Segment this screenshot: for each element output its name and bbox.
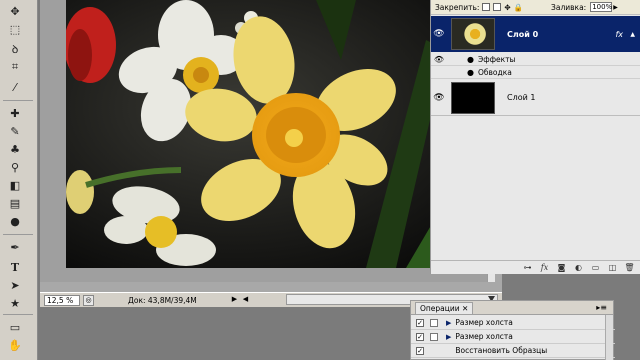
layers-panel: Закрепить: ✥ 🔒 Заливка: 100% ▶ 👁 Слой 0 … (430, 0, 640, 274)
effects-icon: ● (467, 54, 474, 64)
dialog-toggle-box[interactable] (430, 318, 438, 327)
stroke-effect-row[interactable]: ● Обводка (431, 66, 640, 79)
layer-thumbnail (451, 81, 495, 114)
link-icon[interactable]: ⊶ (522, 263, 533, 272)
trash-icon[interactable]: 🗑 (624, 263, 635, 272)
eraser-tool-icon[interactable]: ◧ (6, 176, 24, 194)
fill-input[interactable]: 100% (590, 2, 612, 12)
brush-tool-icon[interactable]: ✎ (6, 122, 24, 140)
action-checkbox[interactable]: ✓ (416, 332, 424, 341)
action-row[interactable]: ✓ ▶ Размер холста (411, 316, 615, 330)
tab-actions-label: Операции (420, 304, 460, 313)
mask-icon[interactable]: ◙ (556, 263, 567, 272)
lock-position-icon[interactable]: ✥ (504, 3, 510, 12)
effects-label: Эффекты (477, 54, 516, 64)
fx-icon[interactable]: fx (539, 263, 550, 272)
status-menu-arrow-icon[interactable]: ▶ (230, 295, 239, 306)
stroke-label: Обводка (477, 67, 512, 77)
effects-row[interactable]: 👁 ● Эффекты (431, 53, 640, 66)
path-select-tool-icon[interactable]: ➤ (6, 276, 24, 294)
fill-label: Заливка: (551, 2, 587, 12)
move-tool-icon[interactable]: ✥ (6, 2, 24, 20)
group-icon[interactable]: ▭ (590, 263, 601, 272)
layers-lock-bar: Закрепить: ✥ 🔒 Заливка: 100% ▶ (431, 0, 640, 15)
fill-dropdown-icon[interactable]: ▶ (613, 4, 618, 11)
actions-scrollbar[interactable] (605, 315, 613, 360)
expand-effects-icon[interactable]: ▲ (630, 31, 635, 38)
actions-tab-bar: Операции ✕ (411, 301, 613, 315)
layer-row-layer0[interactable]: 👁 Слой 0 fx ▲ (431, 16, 640, 52)
actions-panel: Операции ✕ ▸≡ ✓ ▶ Размер холста ✓ ▶ Разм… (410, 300, 615, 360)
shape-tool-icon[interactable]: ★ (6, 294, 24, 312)
zoom-field[interactable]: 12,5 % (44, 294, 80, 306)
action-row[interactable]: ✓ ▶ Восстановить Образцы (411, 344, 615, 358)
action-checkbox[interactable]: ✓ (416, 346, 424, 355)
healing-tool-icon[interactable]: ✚ (6, 104, 24, 122)
action-row[interactable]: ✓ ▶ Размер холста (411, 330, 615, 344)
pen-tool-icon[interactable]: ✒ (6, 238, 24, 256)
action-label: Размер холста (455, 318, 513, 327)
lock-pixels-icon[interactable] (493, 3, 502, 11)
photo-daffodils (66, 0, 493, 268)
expand-arrow-icon[interactable]: ▶ (446, 319, 451, 327)
lasso-tool-icon[interactable]: ꝺ (6, 40, 24, 58)
daffodil-image (66, 0, 493, 268)
action-label: Размер холста (455, 332, 513, 341)
canvas-area[interactable] (40, 0, 495, 282)
toolbox-divider (3, 234, 33, 235)
eyedropper-tool-icon[interactable]: ⁄ (6, 78, 24, 96)
lock-transparency-icon[interactable] (482, 3, 491, 11)
new-layer-icon[interactable]: ◫ (607, 263, 618, 272)
doc-size-info: Док: 43,8M/39,4M (128, 295, 197, 305)
stamp-tool-icon[interactable]: ♣ (6, 140, 24, 158)
layer-name[interactable]: Слой 0 (507, 30, 538, 39)
zoom-menu-icon[interactable]: ◎ (83, 294, 94, 306)
fx-badge-icon[interactable]: fx (615, 30, 623, 39)
notes-tool-icon[interactable]: ▭ (6, 318, 24, 336)
toolbox-divider (3, 100, 33, 101)
photoshop-workspace: ✥ ⬚ ꝺ ⌗ ⁄ ✚ ✎ ♣ ⚲ ◧ ▤ ● ✒ T ➤ ★ ▭ ✋ 12,5… (0, 0, 640, 360)
layers-bottom-toolbar: ⊶ fx ◙ ◐ ▭ ◫ 🗑 (431, 260, 640, 274)
tools-palette: ✥ ⬚ ꝺ ⌗ ⁄ ✚ ✎ ♣ ⚲ ◧ ▤ ● ✒ T ➤ ★ ▭ ✋ (0, 0, 38, 360)
lock-label: Закрепить: (435, 2, 480, 12)
visibility-eye-icon[interactable]: 👁 (431, 16, 447, 52)
scroll-left-icon[interactable]: ◀ (241, 295, 250, 306)
layer-row-layer1[interactable]: 👁 Слой 1 (431, 80, 640, 116)
history-brush-tool-icon[interactable]: ⚲ (6, 158, 24, 176)
visibility-eye-icon[interactable]: 👁 (431, 55, 447, 64)
marquee-tool-icon[interactable]: ⬚ (6, 20, 24, 38)
crop-tool-icon[interactable]: ⌗ (6, 58, 24, 76)
panel-menu-icon[interactable]: ▸≡ (596, 303, 607, 312)
visibility-eye-icon[interactable]: 👁 (431, 80, 447, 115)
dialog-toggle-box[interactable] (430, 332, 438, 341)
toolbox-divider (3, 314, 33, 315)
stroke-visibility-eye-icon[interactable]: ● (467, 68, 474, 77)
gradient-tool-icon[interactable]: ▤ (6, 194, 24, 212)
type-tool-icon[interactable]: T (6, 258, 24, 276)
action-checkbox[interactable]: ✓ (416, 318, 424, 327)
layer-thumbnail (451, 18, 495, 50)
tab-actions[interactable]: Операции ✕ (415, 302, 474, 314)
action-label: Восстановить Образцы (455, 346, 548, 355)
adjustment-icon[interactable]: ◐ (573, 263, 584, 272)
expand-arrow-icon[interactable]: ▶ (446, 333, 451, 341)
lock-all-icon[interactable]: 🔒 (514, 3, 523, 12)
close-icon[interactable]: ✕ (462, 304, 468, 313)
layer-name[interactable]: Слой 1 (507, 93, 535, 102)
dodge-tool-icon[interactable]: ● (6, 212, 24, 230)
hand-tool-icon[interactable]: ✋ (6, 336, 24, 354)
